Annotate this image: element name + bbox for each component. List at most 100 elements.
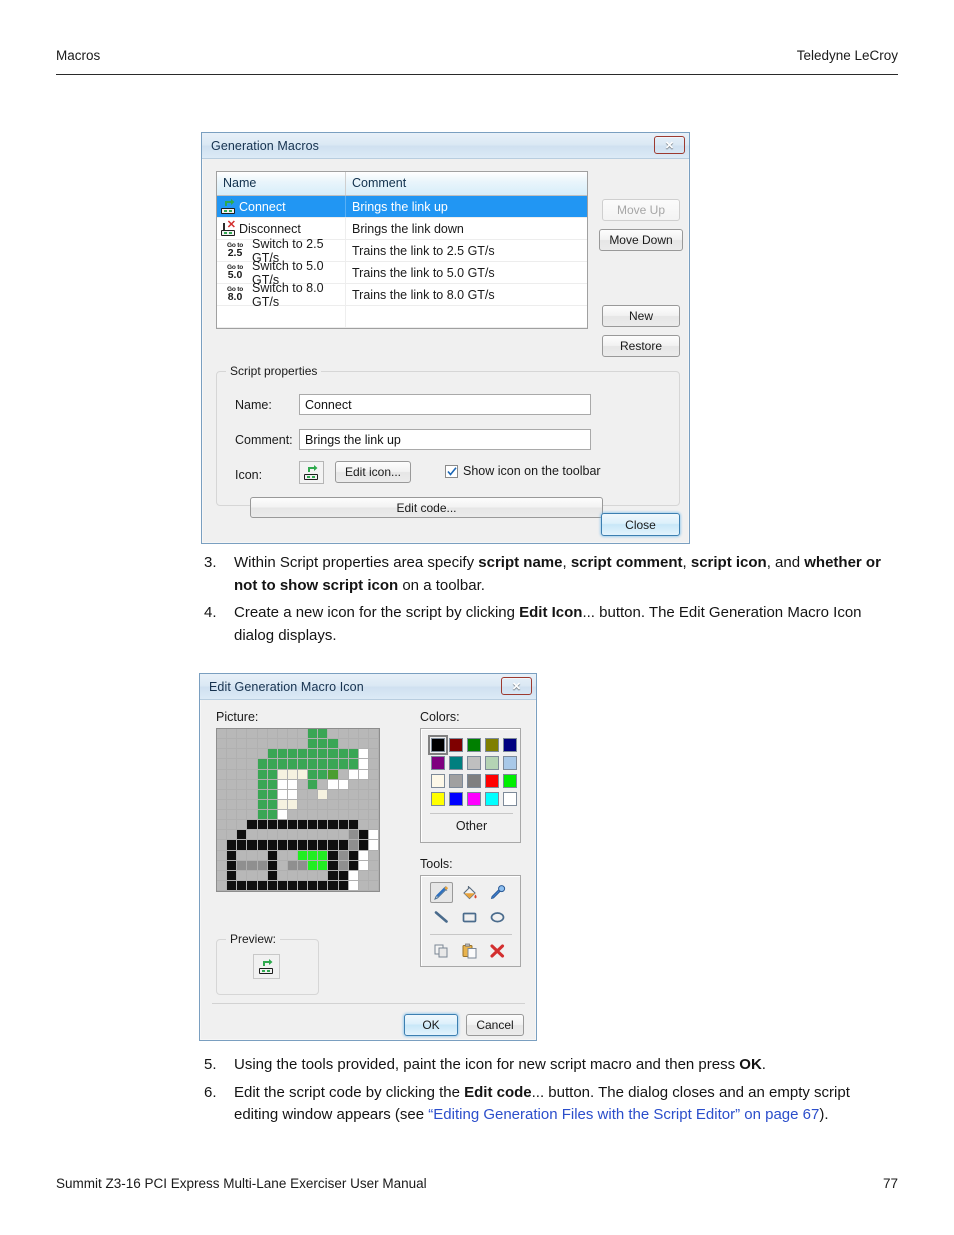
color-swatch[interactable] [485,792,499,806]
name-input[interactable]: Connect [299,394,591,415]
pixel-cell[interactable] [318,799,329,810]
pixel-cell[interactable] [308,749,319,760]
pixel-cell[interactable] [308,739,319,750]
pixel-cell[interactable] [358,880,369,891]
pixel-cell[interactable] [328,779,339,790]
pixel-cell[interactable] [217,820,228,831]
pixel-cell[interactable] [328,830,339,841]
pixel-cell[interactable] [277,779,288,790]
pixel-cell[interactable] [217,789,228,800]
pixel-cell[interactable] [267,739,278,750]
pixel-cell[interactable] [308,769,319,780]
pixel-cell[interactable] [227,789,238,800]
pixel-cell[interactable] [338,820,349,831]
close-icon[interactable]: ✕ [654,136,685,154]
delete-tool-icon[interactable] [486,940,509,961]
pixel-cell[interactable] [338,850,349,861]
close-icon[interactable]: ✕ [501,677,532,695]
pixel-cell[interactable] [247,749,258,760]
pixel-cell[interactable] [247,779,258,790]
new-button[interactable]: New [602,305,680,327]
pixel-cell[interactable] [267,860,278,871]
pixel-cell[interactable] [368,789,379,800]
pixel-cell[interactable] [287,820,298,831]
pixel-cell[interactable] [308,880,319,891]
ellipse-tool-icon[interactable] [486,906,509,927]
pixel-cell[interactable] [257,729,268,740]
pixel-cell[interactable] [338,870,349,881]
pixel-cell[interactable] [318,729,329,740]
pixel-cell[interactable] [277,870,288,881]
pixel-cell[interactable] [227,860,238,871]
pixel-cell[interactable] [358,810,369,821]
pixel-cell[interactable] [227,880,238,891]
pixel-cell[interactable] [358,729,369,740]
table-row[interactable]: Go to 8.0 Switch to 8.0 GT/s Trains the … [217,281,587,309]
pixel-cell[interactable] [338,769,349,780]
pixel-cell[interactable] [318,840,329,851]
pixel-cell[interactable] [368,810,379,821]
pixel-cell[interactable] [217,749,228,760]
pixel-cell[interactable] [247,759,258,770]
pixel-cell[interactable] [318,769,329,780]
pixel-cell[interactable] [318,810,329,821]
pixel-cell[interactable] [368,830,379,841]
pixel-cell[interactable] [318,860,329,871]
pixel-cell[interactable] [257,850,268,861]
pixel-canvas[interactable] [216,728,380,892]
pencil-tool-icon[interactable] [430,882,453,903]
pixel-cell[interactable] [277,810,288,821]
pixel-cell[interactable] [257,820,268,831]
color-swatch[interactable] [449,756,463,770]
comment-input[interactable]: Brings the link up [299,429,591,450]
pixel-cell[interactable] [287,840,298,851]
pixel-cell[interactable] [267,729,278,740]
pixel-cell[interactable] [308,860,319,871]
pixel-cell[interactable] [368,769,379,780]
pixel-cell[interactable] [318,850,329,861]
other-color-button[interactable]: Other [421,819,522,833]
pixel-cell[interactable] [358,850,369,861]
pixel-cell[interactable] [328,860,339,871]
pixel-cell[interactable] [217,799,228,810]
pixel-cell[interactable] [287,759,298,770]
pixel-cell[interactable] [267,769,278,780]
pixel-cell[interactable] [338,799,349,810]
pixel-cell[interactable] [247,729,258,740]
pixel-cell[interactable] [368,860,379,871]
pixel-cell[interactable] [267,759,278,770]
color-swatch[interactable] [467,792,481,806]
pixel-cell[interactable] [328,769,339,780]
pixel-cell[interactable] [217,769,228,780]
pixel-cell[interactable] [247,789,258,800]
pixel-cell[interactable] [368,729,379,740]
pixel-cell[interactable] [217,810,228,821]
pixel-cell[interactable] [237,779,248,790]
pixel-cell[interactable] [358,789,369,800]
pixel-cell[interactable] [217,840,228,851]
pixel-cell[interactable] [328,810,339,821]
pixel-cell[interactable] [257,779,268,790]
pixel-cell[interactable] [277,830,288,841]
pixel-cell[interactable] [318,749,329,760]
pixel-cell[interactable] [348,799,359,810]
pixel-cell[interactable] [267,840,278,851]
show-icon-checkbox[interactable]: Show icon on the toolbar [445,464,601,478]
pixel-cell[interactable] [308,729,319,740]
pixel-cell[interactable] [328,850,339,861]
pixel-cell[interactable] [227,749,238,760]
ok-button[interactable]: OK [404,1014,458,1036]
pixel-cell[interactable] [267,820,278,831]
pixel-cell[interactable] [257,830,268,841]
pixel-cell[interactable] [358,739,369,750]
color-swatch[interactable] [485,756,499,770]
pixel-cell[interactable] [368,840,379,851]
pixel-cell[interactable] [348,880,359,891]
color-swatch[interactable] [467,756,481,770]
table-row[interactable]: Connect Brings the link up [217,196,587,218]
pixel-cell[interactable] [368,870,379,881]
pixel-cell[interactable] [217,880,228,891]
pixel-cell[interactable] [338,860,349,871]
pixel-cell[interactable] [368,880,379,891]
pixel-cell[interactable] [348,769,359,780]
